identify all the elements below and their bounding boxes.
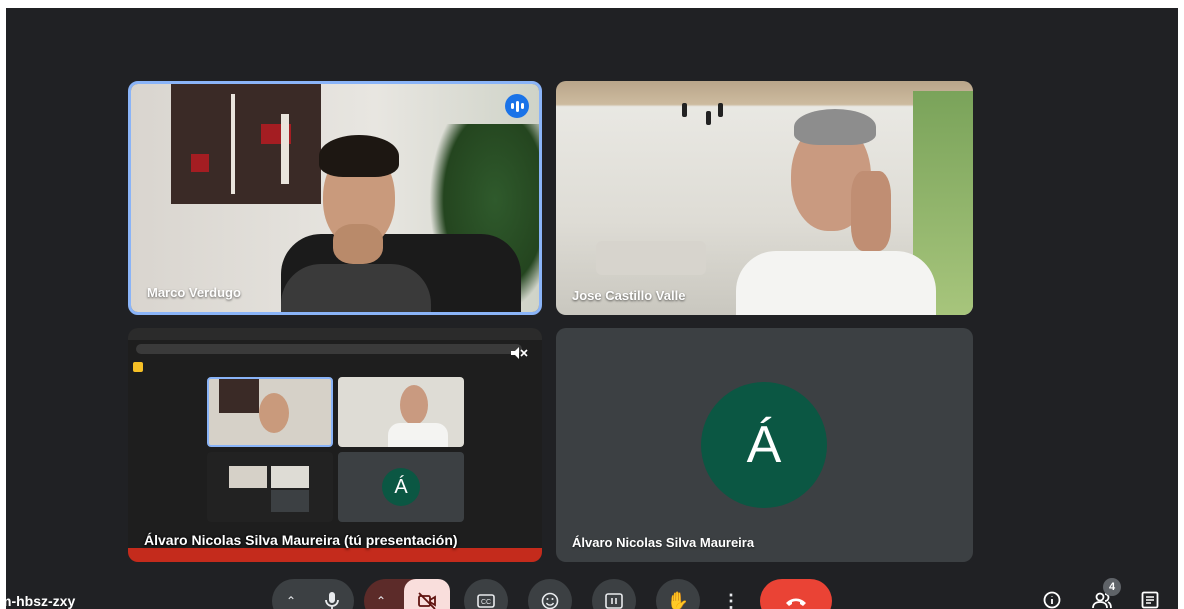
chevron-up-icon[interactable]: ⌃ bbox=[286, 594, 296, 608]
people-count-badge: 4 bbox=[1103, 578, 1121, 596]
video-feed bbox=[131, 84, 539, 312]
presentation-tile[interactable]: Á Álvaro Nicolas Silva Maureira (tú pres… bbox=[128, 328, 542, 562]
chat-button[interactable] bbox=[1138, 588, 1162, 609]
wall-painting bbox=[171, 84, 321, 204]
more-options-button[interactable]: ⋮ bbox=[720, 579, 742, 609]
meet-window: Marco Verdugo Jose Castillo Valle Á Álva… bbox=[6, 8, 1178, 609]
leave-call-button[interactable] bbox=[760, 579, 832, 609]
participant-avatar: Á bbox=[701, 382, 827, 508]
mic-control-group: ⌃ bbox=[272, 579, 354, 609]
mini-tile-alvaro: Á bbox=[338, 452, 464, 522]
audio-level-icon bbox=[505, 94, 529, 118]
emoji-icon bbox=[541, 592, 559, 609]
raise-hand-icon: ✋ bbox=[666, 590, 690, 609]
call-end-icon bbox=[786, 598, 806, 606]
more-vert-icon: ⋮ bbox=[722, 590, 740, 609]
extension-icon bbox=[133, 362, 143, 372]
video-feed bbox=[556, 81, 973, 315]
chat-icon bbox=[1141, 591, 1159, 609]
svg-text:CC: CC bbox=[481, 599, 491, 606]
meeting-details-button[interactable] bbox=[1040, 588, 1064, 609]
mic-icon[interactable] bbox=[324, 591, 340, 609]
captions-button[interactable]: CC bbox=[464, 579, 508, 609]
participant-tile-jose[interactable]: Jose Castillo Valle bbox=[556, 81, 973, 315]
mini-tile-marco bbox=[207, 377, 333, 447]
chevron-up-icon[interactable]: ⌃ bbox=[376, 594, 386, 608]
emoji-button[interactable] bbox=[528, 579, 572, 609]
info-icon bbox=[1043, 591, 1061, 609]
participant-tile-alvaro[interactable]: Á Álvaro Nicolas Silva Maureira bbox=[556, 328, 973, 562]
captions-icon: CC bbox=[477, 594, 495, 608]
mini-avatar: Á bbox=[382, 468, 420, 506]
mini-tile-screen bbox=[207, 452, 333, 522]
camera-off-icon bbox=[418, 592, 436, 609]
muted-speaker-icon bbox=[511, 347, 528, 359]
camera-toggle-button[interactable] bbox=[404, 579, 450, 609]
present-button[interactable] bbox=[592, 579, 636, 609]
participant-name: Jose Castillo Valle bbox=[572, 288, 686, 303]
participant-tile-marco[interactable]: Marco Verdugo bbox=[128, 81, 542, 315]
shared-screen: Á bbox=[128, 328, 542, 562]
browser-tab-bar bbox=[128, 328, 542, 340]
sofa bbox=[596, 241, 706, 275]
presentation-label: Álvaro Nicolas Silva Maureira (tú presen… bbox=[144, 532, 458, 548]
meeting-code: m-hbsz-zxy bbox=[6, 593, 76, 609]
raise-hand-button[interactable]: ✋ bbox=[656, 579, 700, 609]
participant-name: Marco Verdugo bbox=[147, 285, 241, 300]
participant-name: Álvaro Nicolas Silva Maureira bbox=[572, 535, 755, 550]
present-icon bbox=[605, 593, 623, 609]
taskbar bbox=[128, 548, 542, 562]
address-bar bbox=[136, 344, 522, 354]
mini-tile-jose bbox=[338, 377, 464, 447]
